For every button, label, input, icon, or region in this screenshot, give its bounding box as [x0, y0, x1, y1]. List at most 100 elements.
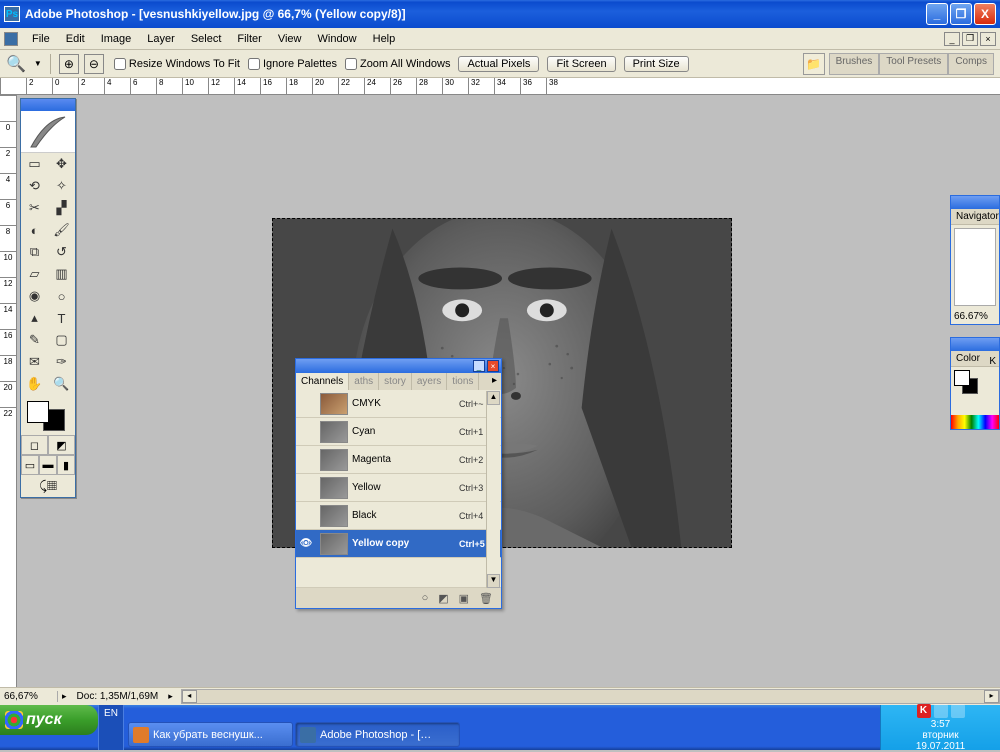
color-ramp[interactable] [951, 415, 999, 429]
gradient-tool[interactable]: ▥ [48, 263, 75, 285]
visibility-icon[interactable]: 👁 [296, 538, 316, 549]
horizontal-scrollbar[interactable]: ◂ ▸ [181, 689, 1000, 704]
notes-tool[interactable]: ✉ [21, 351, 48, 373]
color-header[interactable] [951, 338, 999, 351]
palette-minimize-icon[interactable]: _ [473, 360, 485, 372]
zoom-in-button[interactable]: ⊕ [59, 54, 79, 74]
navigator-tab[interactable]: Navigator [951, 209, 999, 225]
marquee-tool[interactable]: ▭ [21, 153, 48, 175]
window-minimize-button[interactable]: _ [926, 3, 948, 25]
save-selection-icon[interactable]: ◩ [438, 592, 448, 605]
brush-tool[interactable]: 🖌 [48, 219, 75, 241]
dropdown-icon[interactable]: ▼ [34, 59, 42, 68]
menu-image[interactable]: Image [93, 31, 140, 47]
slice-tool[interactable]: ▞ [48, 197, 75, 219]
load-selection-icon[interactable]: ○ [422, 592, 429, 604]
menu-select[interactable]: Select [183, 31, 230, 47]
palette-close-icon[interactable]: × [487, 360, 499, 372]
file-browser-icon[interactable]: 📁 [803, 53, 825, 75]
jump-to-imageready[interactable]: ⤹▦ [21, 475, 75, 497]
menu-file[interactable]: File [24, 31, 58, 47]
zoom-out-button[interactable]: ⊖ [84, 54, 104, 74]
channel-row[interactable]: Cyan Ctrl+1 [296, 418, 501, 446]
healing-brush-tool[interactable]: ◐ [21, 219, 48, 241]
menu-edit[interactable]: Edit [58, 31, 93, 47]
actions-tab[interactable]: tions [447, 373, 479, 390]
window-maximize-button[interactable]: ❐ [950, 3, 972, 25]
tray-icon[interactable] [934, 704, 948, 718]
screen-mode-full-menu[interactable]: ▬ [39, 455, 57, 475]
status-menu-icon[interactable]: ▸ [58, 691, 71, 702]
path-select-tool[interactable]: ▴ [21, 307, 48, 329]
language-indicator[interactable]: EN [98, 705, 124, 750]
history-brush-tool[interactable]: ↺ [48, 241, 75, 263]
mdi-restore[interactable]: ❐ [962, 32, 978, 46]
pen-tool[interactable]: ✎ [21, 329, 48, 351]
scroll-right-icon[interactable]: ▸ [984, 690, 999, 703]
channel-row[interactable]: Magenta Ctrl+2 [296, 446, 501, 474]
tray-icon[interactable] [951, 704, 965, 718]
status-zoom[interactable]: 66,67% [0, 691, 58, 702]
navigator-thumbnail[interactable] [954, 228, 996, 306]
scroll-down-icon[interactable]: ▼ [487, 574, 500, 588]
delete-channel-icon[interactable]: 🗑 [479, 592, 493, 605]
eraser-tool[interactable]: ▱ [21, 263, 48, 285]
status-menu2-icon[interactable]: ▸ [164, 691, 177, 702]
toolbox-header[interactable] [21, 99, 75, 111]
resize-windows-checkbox[interactable]: Resize Windows To Fit [114, 58, 240, 70]
scroll-left-icon[interactable]: ◂ [182, 690, 197, 703]
move-tool[interactable]: ✥ [48, 153, 75, 175]
foreground-color[interactable] [27, 401, 49, 423]
palette-menu-icon[interactable]: ▸ [488, 373, 501, 390]
channel-row[interactable]: Yellow Ctrl+3 [296, 474, 501, 502]
mdi-close[interactable]: × [980, 32, 996, 46]
dodge-tool[interactable]: ○ [48, 285, 75, 307]
eyedropper-tool[interactable]: ✑ [48, 351, 75, 373]
kaspersky-icon[interactable]: K [917, 704, 931, 718]
new-channel-icon[interactable]: ▣ [459, 592, 469, 605]
zoom-tool[interactable]: 🔍 [48, 373, 75, 395]
start-button[interactable]: пуск [0, 705, 98, 735]
screen-mode-full[interactable]: ▮ [57, 455, 75, 475]
magic-wand-tool[interactable]: ✧ [48, 175, 75, 197]
menu-help[interactable]: Help [365, 31, 404, 47]
screen-mode-standard[interactable]: ▭ [21, 455, 39, 475]
hand-tool[interactable]: ✋ [21, 373, 48, 395]
menu-window[interactable]: Window [310, 31, 365, 47]
ignore-palettes-checkbox[interactable]: Ignore Palettes [248, 58, 337, 70]
fit-screen-button[interactable]: Fit Screen [547, 56, 615, 72]
menu-filter[interactable]: Filter [229, 31, 269, 47]
channel-row[interactable]: 👁 Yellow copy Ctrl+5 [296, 530, 501, 558]
stamp-tool[interactable]: ⧉ [21, 241, 48, 263]
channel-row[interactable]: Black Ctrl+4 [296, 502, 501, 530]
comps-tab[interactable]: Comps [948, 53, 994, 75]
window-close-button[interactable]: X [974, 3, 996, 25]
scroll-up-icon[interactable]: ▲ [487, 391, 500, 405]
history-tab[interactable]: story [379, 373, 412, 390]
channels-palette-header[interactable]: _ × [296, 359, 501, 373]
print-size-button[interactable]: Print Size [624, 56, 689, 72]
paths-tab[interactable]: aths [349, 373, 379, 390]
standard-mode-button[interactable]: ◻ [21, 435, 48, 455]
navigator-header[interactable] [951, 196, 999, 209]
mdi-minimize[interactable]: _ [944, 32, 960, 46]
taskbar-button[interactable]: Как убрать веснушк... [128, 722, 293, 747]
type-tool[interactable]: T [48, 307, 75, 329]
navigator-zoom-value[interactable]: 66.67% [951, 309, 999, 324]
crop-tool[interactable]: ✂ [21, 197, 48, 219]
color-swatch[interactable] [21, 395, 75, 435]
channels-tab[interactable]: Channels [296, 373, 349, 390]
color-swatch-mini[interactable] [954, 370, 980, 396]
actual-pixels-button[interactable]: Actual Pixels [458, 56, 539, 72]
brushes-tab[interactable]: Brushes [829, 53, 880, 75]
layers-tab[interactable]: ayers [412, 373, 447, 390]
blur-tool[interactable]: ◉ [21, 285, 48, 307]
palette-scrollbar[interactable]: ▲ ▼ [486, 391, 500, 588]
lasso-tool[interactable]: ⟲ [21, 175, 48, 197]
channel-row[interactable]: CMYK Ctrl+~ [296, 390, 501, 418]
quickmask-mode-button[interactable]: ◩ [48, 435, 75, 455]
tool-presets-tab[interactable]: Tool Presets [879, 53, 948, 75]
system-tray[interactable]: K 3:57 вторник 19.07.2011 [880, 705, 1000, 750]
shape-tool[interactable]: ▢ [48, 329, 75, 351]
menu-layer[interactable]: Layer [139, 31, 183, 47]
